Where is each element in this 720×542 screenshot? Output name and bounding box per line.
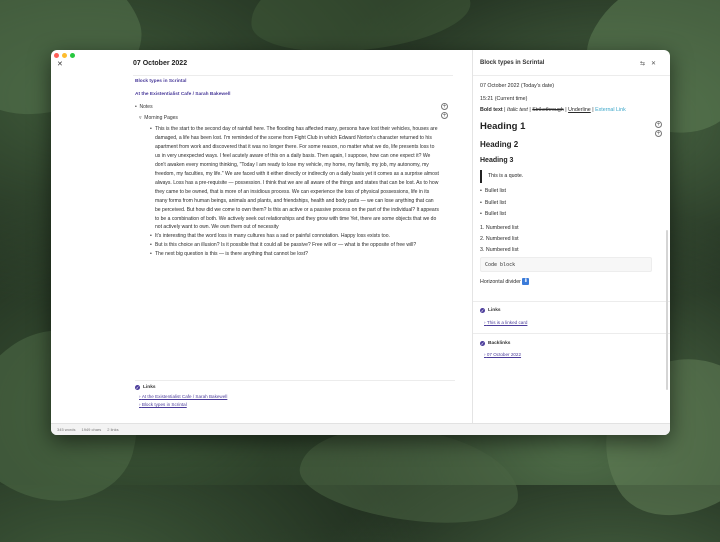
bullet-list-item: • Bullet list [480,188,507,194]
links-heading: ✓ Links [480,308,501,313]
side-card-actions: ⇆ ✕ [640,60,656,67]
bullet-list-item: • Bullet list [480,211,507,217]
section-divider [473,301,670,302]
add-block-plus-icon[interactable]: + [441,112,448,119]
italic-text: Italic text [507,107,528,113]
links-check-icon: ✓ [480,308,485,313]
card-title: 07 October 2022 [133,60,188,67]
heading-3: Heading 3 [480,157,514,164]
formatting-line: Bold text | Italic text | Strikethrough … [480,107,626,113]
backlinks-heading-label: Backlinks [488,341,511,346]
bullet-list-item: • Bullet list [480,200,507,206]
linked-card-label: Block types in Scrintal [141,402,187,407]
side-card-title: Block types in Scrintal [480,60,545,66]
add-block-plus-icon[interactable]: + [441,103,448,110]
backlinks-check-icon: ✓ [480,341,485,346]
section-divider [473,333,670,334]
close-icon[interactable]: ✕ [651,60,656,67]
code-block: Code block [480,257,652,272]
quote-block: This is a quote. [480,170,523,183]
notes-label: Notes [139,104,153,110]
inline-link-block-types[interactable]: Block types in Scrintal [135,79,186,84]
add-block-plus-icon[interactable]: + [655,130,662,137]
heading-2: Heading 2 [480,140,519,149]
side-card-pane: Block types in Scrintal ⇆ ✕ 07 October 2… [473,50,670,423]
linked-card-item[interactable]: › At the Existentialist Cafe / Sarah Bak… [135,394,455,399]
toggle-morning-pages[interactable]: ▿ Morning Pages [139,115,178,121]
linked-card-item[interactable]: › Block types in Scrintal [135,402,455,407]
linked-card-item[interactable]: › This is a linked card [480,320,527,325]
toggle-notes[interactable]: • Notes [135,104,153,110]
links-heading-label: Links [143,385,156,390]
horizontal-divider-line: Horizontal divider ⬇ [480,278,530,285]
link-count: 2 links [107,427,119,432]
list-item: But is this choice an illusion? Is it po… [150,241,440,250]
numbered-list-item: 2. Numbered list [480,236,519,242]
linked-card-label: At the Existentialist Cafe / Sarah Bakew… [141,394,228,399]
swap-icon[interactable]: ⇆ [640,60,645,67]
word-count: 345 words [57,427,76,432]
links-heading: ✓ Links [135,385,455,390]
underline-text: Underline [568,107,591,113]
links-check-icon: ✓ [135,385,140,390]
backlinks-heading: ✓ Backlinks [480,341,510,346]
bullet-label: Bullet list [484,200,507,206]
side-title-divider [473,75,670,76]
scrollbar[interactable] [666,230,668,390]
status-bar: 345 words 1949 chars 2 links [51,423,670,435]
inline-link-existentialist-cafe[interactable]: At the Existentialist Cafe / Sarah Bakew… [135,92,230,97]
numbered-list-item: 3. Numbered list [480,247,519,253]
external-link[interactable]: External Link [595,107,626,113]
heading-1: Heading 1 [480,121,526,132]
add-block-plus-icon[interactable]: + [655,121,662,128]
horizontal-divider-label: Horizontal divider [480,278,521,285]
links-section: ✓ Links › At the Existentialist Cafe / S… [135,380,455,407]
backlink-label: 07 October 2022 [486,352,522,357]
strikethrough-text: Strikethrough [532,107,564,113]
title-divider [133,75,453,76]
morning-pages-label: Morning Pages [144,115,178,121]
time-line: 15:21 (Current time) [480,96,528,102]
list-item: It's interesting that the word loss in m… [150,232,440,241]
main-card-pane: ✕ 07 October 2022 Block types in Scrinta… [51,50,472,423]
list-item: This is the start to the second day of r… [150,125,440,232]
app-window: ✕ 07 October 2022 Block types in Scrinta… [51,50,670,435]
backlink-item[interactable]: › 07 October 2022 [480,352,521,357]
list-item: The next big question is this — is there… [150,250,440,259]
numbered-list-item: 1. Numbered list [480,225,519,231]
close-card-icon[interactable]: ✕ [57,60,63,68]
links-heading-label: Links [488,308,501,313]
down-arrow-icon: ⬇ [522,278,530,285]
linked-card-label: This is a linked card [486,320,528,325]
bold-text: Bold text [480,107,503,113]
morning-pages-content: This is the start to the second day of r… [150,125,440,259]
date-line: 07 October 2022 (Today's date) [480,83,555,89]
bullet-label: Bullet list [484,211,507,217]
bullet-label: Bullet list [484,188,507,194]
char-count: 1949 chars [81,427,102,432]
